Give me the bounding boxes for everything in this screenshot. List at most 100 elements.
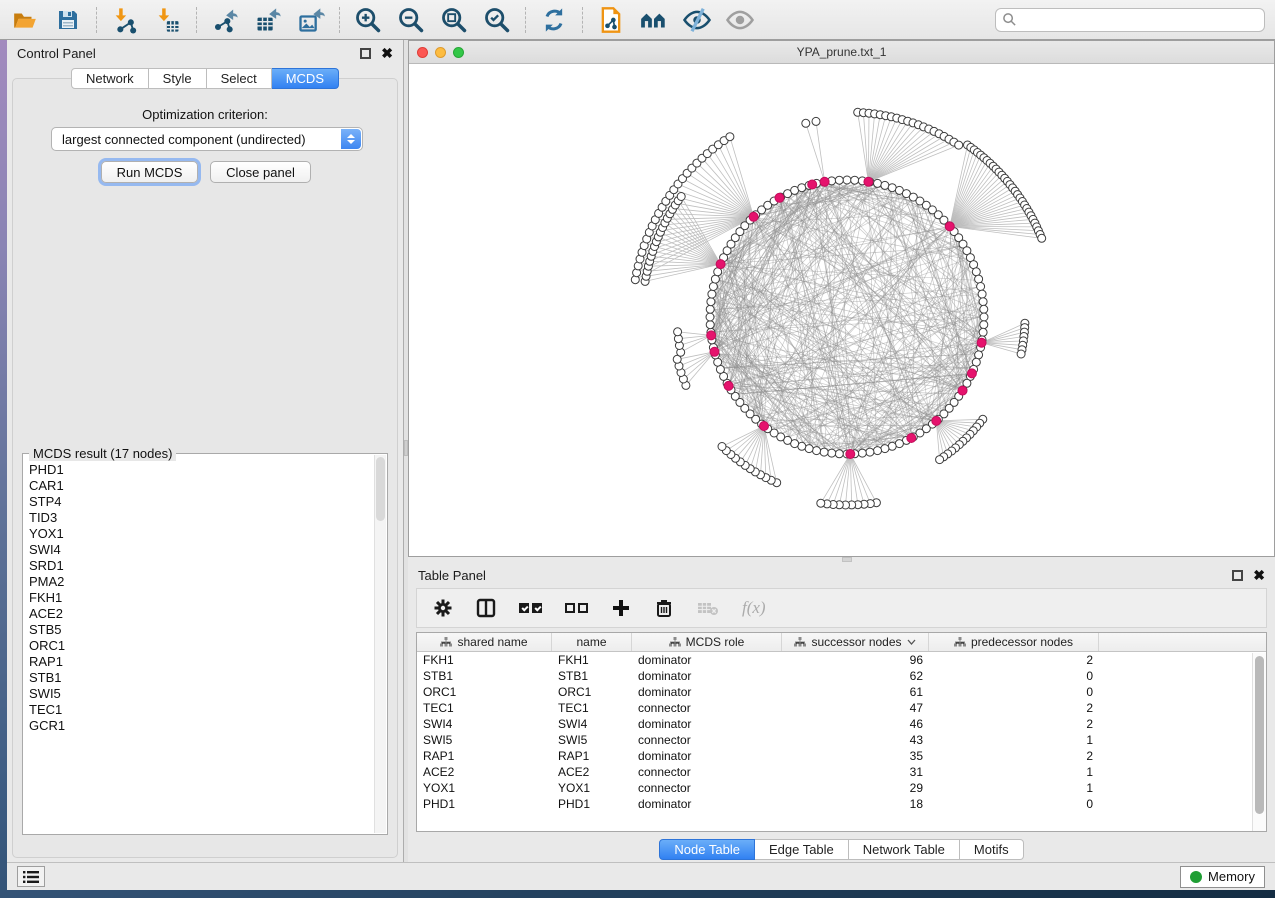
mcds-result-item[interactable]: SWI5 (29, 686, 373, 702)
table-cell[interactable]: dominator (632, 653, 782, 667)
mcds-result-item[interactable]: STB5 (29, 622, 373, 638)
table-cell[interactable]: 2 (929, 749, 1099, 763)
table-cell[interactable]: SWI5 (417, 733, 552, 747)
table-cell[interactable]: FKH1 (417, 653, 552, 667)
column-header-predecessor-nodes[interactable]: predecessor nodes (929, 633, 1099, 651)
hide-selected-icon[interactable] (682, 5, 712, 35)
search-field[interactable] (995, 8, 1265, 32)
table-cell[interactable]: SWI4 (417, 717, 552, 731)
tab-network[interactable]: Network (71, 68, 149, 89)
mcds-result-item[interactable]: SWI4 (29, 542, 373, 558)
add-column-icon[interactable] (611, 595, 631, 621)
tab-network-table[interactable]: Network Table (849, 839, 960, 860)
table-cell[interactable]: 0 (929, 685, 1099, 699)
table-cell[interactable]: 47 (782, 701, 929, 715)
memory-button[interactable]: Memory (1180, 866, 1265, 888)
table-cell[interactable]: SWI4 (552, 717, 632, 731)
tab-edge-table[interactable]: Edge Table (755, 839, 849, 860)
mcds-result-item[interactable]: STP4 (29, 494, 373, 510)
table-cell[interactable]: dominator (632, 669, 782, 683)
table-cell[interactable]: SWI5 (552, 733, 632, 747)
table-cell[interactable]: 31 (782, 765, 929, 779)
table-cell[interactable]: 18 (782, 797, 929, 811)
mcds-result-item[interactable]: TEC1 (29, 702, 373, 718)
tab-style[interactable]: Style (149, 68, 207, 89)
close-panel-icon[interactable]: ✖ (1253, 570, 1265, 581)
table-row[interactable]: ACE2ACE2connector311 (417, 764, 1266, 780)
zoom-fit-icon[interactable] (439, 5, 469, 35)
mcds-result-item[interactable]: GCR1 (29, 718, 373, 734)
table-cell[interactable]: STB1 (417, 669, 552, 683)
table-cell[interactable]: 1 (929, 781, 1099, 795)
table-cell[interactable]: 0 (929, 669, 1099, 683)
float-panel-icon[interactable] (360, 48, 371, 59)
select-all-checkboxes-icon[interactable] (519, 595, 542, 621)
table-cell[interactable]: connector (632, 701, 782, 715)
table-cell[interactable]: TEC1 (417, 701, 552, 715)
mcds-result-item[interactable]: PMA2 (29, 574, 373, 590)
status-menu-button[interactable] (17, 866, 45, 887)
table-cell[interactable]: YOX1 (417, 781, 552, 795)
delete-table-icon[interactable] (697, 595, 719, 621)
network-graph-svg[interactable] (409, 64, 1274, 556)
tab-select[interactable]: Select (207, 68, 272, 89)
table-row[interactable]: YOX1YOX1connector291 (417, 780, 1266, 796)
table-cell[interactable]: 2 (929, 701, 1099, 715)
function-builder-icon[interactable]: f(x) (742, 595, 766, 621)
import-table-icon[interactable] (153, 5, 183, 35)
column-header-name[interactable]: name (552, 633, 632, 651)
column-header-successor-nodes[interactable]: successor nodes (782, 633, 929, 651)
close-panel-button[interactable]: Close panel (210, 161, 311, 183)
table-cell[interactable]: 96 (782, 653, 929, 667)
table-cell[interactable]: 43 (782, 733, 929, 747)
export-table-icon[interactable] (253, 5, 283, 35)
mcds-result-item[interactable]: TID3 (29, 510, 373, 526)
table-cell[interactable]: ACE2 (417, 765, 552, 779)
table-cell[interactable]: 29 (782, 781, 929, 795)
table-cell[interactable]: FKH1 (552, 653, 632, 667)
export-image-icon[interactable] (296, 5, 326, 35)
table-cell[interactable]: RAP1 (417, 749, 552, 763)
table-cell[interactable]: RAP1 (552, 749, 632, 763)
table-row[interactable]: STB1STB1dominator620 (417, 668, 1266, 684)
tab-node-table[interactable]: Node Table (659, 839, 755, 860)
table-cell[interactable]: 1 (929, 733, 1099, 747)
table-cell[interactable]: 1 (929, 765, 1099, 779)
table-cell[interactable]: TEC1 (552, 701, 632, 715)
mcds-result-item[interactable]: STB1 (29, 670, 373, 686)
table-cell[interactable]: dominator (632, 717, 782, 731)
unselect-all-checkboxes-icon[interactable] (565, 595, 588, 621)
table-cell[interactable]: dominator (632, 749, 782, 763)
split-columns-icon[interactable] (476, 595, 496, 621)
show-all-icon[interactable] (725, 5, 755, 35)
mcds-result-item[interactable]: ORC1 (29, 638, 373, 654)
table-cell[interactable]: 46 (782, 717, 929, 731)
table-cell[interactable]: dominator (632, 685, 782, 699)
float-panel-icon[interactable] (1232, 570, 1243, 581)
scrollbar-thumb[interactable] (1255, 656, 1264, 814)
table-cell[interactable]: 61 (782, 685, 929, 699)
scrollbar-thumb[interactable] (376, 457, 385, 521)
table-row[interactable]: FKH1FKH1dominator962 (417, 652, 1266, 668)
first-neighbors-icon[interactable] (639, 5, 669, 35)
apply-layout-icon[interactable] (539, 5, 569, 35)
mcds-list-scrollbar[interactable] (374, 455, 386, 833)
run-mcds-button[interactable]: Run MCDS (101, 161, 198, 183)
optimization-criterion-select[interactable]: largest connected component (undirected) (51, 127, 363, 151)
table-row[interactable]: RAP1RAP1dominator352 (417, 748, 1266, 764)
table-cell[interactable]: ACE2 (552, 765, 632, 779)
table-cell[interactable]: dominator (632, 797, 782, 811)
close-panel-icon[interactable]: ✖ (381, 48, 393, 59)
network-window-titlebar[interactable]: YPA_prune.txt_1 (409, 41, 1274, 64)
import-network-icon[interactable] (110, 5, 140, 35)
new-network-from-selection-icon[interactable] (596, 5, 626, 35)
table-row[interactable]: SWI5SWI5connector431 (417, 732, 1266, 748)
mcds-result-item[interactable]: SRD1 (29, 558, 373, 574)
zoom-out-icon[interactable] (396, 5, 426, 35)
table-settings-icon[interactable] (433, 595, 453, 621)
table-cell[interactable]: 35 (782, 749, 929, 763)
mcds-result-item[interactable]: ACE2 (29, 606, 373, 622)
mcds-result-list[interactable]: PHD1CAR1STP4TID3YOX1SWI4SRD1PMA2FKH1ACE2… (29, 462, 373, 830)
table-row[interactable]: ORC1ORC1dominator610 (417, 684, 1266, 700)
tab-motifs[interactable]: Motifs (960, 839, 1024, 860)
